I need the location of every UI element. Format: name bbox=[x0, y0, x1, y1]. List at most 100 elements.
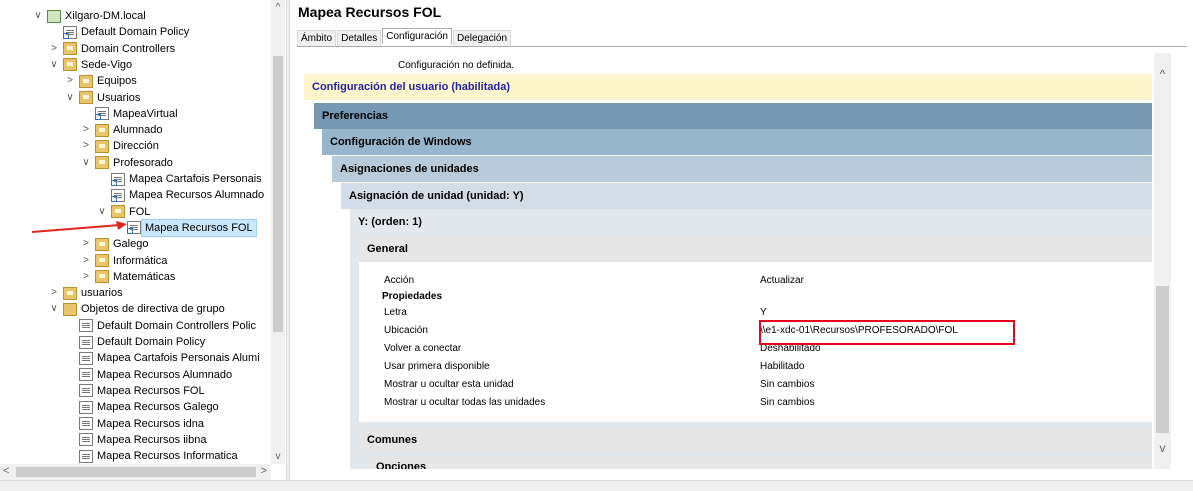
tree-node-label: Xilgaro-DM.local bbox=[65, 10, 146, 22]
gpo-link-icon bbox=[111, 172, 125, 186]
windows-config-heading[interactable]: Configuración de Windows bbox=[322, 129, 1152, 155]
tree-node-label: Domain Controllers bbox=[81, 42, 176, 55]
page-title: Mapea Recursos FOL bbox=[298, 4, 442, 20]
expanded-chevron-icon[interactable]: ∨ bbox=[64, 90, 76, 106]
tab-detalles[interactable]: Detalles bbox=[337, 30, 382, 46]
tree-node[interactable]: > Domain Controllers bbox=[48, 41, 175, 57]
tree-node[interactable]: Default Domain Policy bbox=[48, 24, 189, 40]
common-heading[interactable]: Comunes bbox=[359, 427, 1152, 453]
tree-node-label: MapeaVirtual bbox=[113, 107, 178, 120]
tree-scroll-thumb[interactable] bbox=[273, 56, 283, 332]
tree-node[interactable]: Mapea Recursos FOL bbox=[112, 218, 257, 237]
tree-node[interactable]: ∨ Profesorado bbox=[80, 155, 173, 171]
scroll-up-icon[interactable]: ^ bbox=[271, 2, 285, 13]
folder-icon bbox=[95, 254, 109, 267]
gpo-icon bbox=[79, 351, 93, 365]
chevron-up-icon[interactable]: ^ bbox=[1154, 67, 1171, 81]
scroll-down-icon[interactable]: v bbox=[271, 451, 285, 462]
collapsed-chevron-icon[interactable]: > bbox=[48, 285, 60, 301]
tree-node[interactable]: > Equipos bbox=[64, 73, 137, 89]
tree-node-label: Mapea Recursos Alumnado bbox=[129, 189, 265, 202]
expanded-chevron-icon[interactable]: ∨ bbox=[48, 301, 60, 317]
expanded-chevron-icon[interactable]: ∨ bbox=[96, 204, 108, 220]
drive-order-heading[interactable]: Y: (orden: 1) bbox=[350, 209, 1152, 235]
tree-node[interactable]: ∨ Usuarios bbox=[64, 90, 140, 106]
general-heading[interactable]: General bbox=[359, 236, 1152, 262]
drive-maps-heading[interactable]: Asignaciones de unidades bbox=[332, 156, 1152, 182]
tree-node[interactable]: MapeaVirtual bbox=[80, 106, 178, 122]
tree-node[interactable]: Default Domain Controllers Polic bbox=[64, 318, 256, 334]
gpo-link-icon bbox=[111, 188, 125, 202]
tree-node[interactable]: Mapea Recursos Alumnado bbox=[96, 187, 264, 203]
tree-node[interactable]: > Alumnado bbox=[80, 122, 163, 138]
folder-icon bbox=[95, 139, 109, 153]
tree-node[interactable]: Mapea Recursos Informatica bbox=[64, 448, 238, 464]
tree-node[interactable]: > Matemáticas bbox=[80, 269, 175, 285]
collapsed-chevron-icon[interactable]: > bbox=[80, 122, 92, 138]
report-vertical-scrollbar[interactable]: ^ v bbox=[1154, 53, 1171, 469]
tree-node-label: Alumnado bbox=[113, 124, 163, 137]
tree-node[interactable]: > Dirección bbox=[80, 138, 159, 154]
gpo-folder-icon bbox=[63, 302, 77, 316]
tree-node[interactable]: ∨ Objetos de directiva de grupo bbox=[48, 301, 225, 317]
folder-icon bbox=[95, 123, 109, 137]
expanded-chevron-icon[interactable]: ∨ bbox=[48, 57, 60, 73]
gpo-link-icon bbox=[63, 25, 77, 39]
collapsed-chevron-icon[interactable]: > bbox=[48, 41, 60, 57]
gpo-icon bbox=[79, 335, 93, 349]
preferences-heading[interactable]: Preferencias bbox=[314, 103, 1152, 129]
report-scroll-thumb[interactable] bbox=[1156, 286, 1169, 433]
settings-report: Configuración no definida. Configuración… bbox=[304, 53, 1152, 469]
property-label: Mostrar u ocultar todas las unidades bbox=[384, 397, 546, 408]
folder-icon bbox=[63, 42, 77, 56]
collapsed-chevron-icon[interactable]: > bbox=[80, 138, 92, 154]
tree-vertical-scrollbar[interactable]: ^ v bbox=[271, 0, 285, 464]
scroll-left-icon[interactable]: < bbox=[3, 465, 9, 477]
collapsed-chevron-icon[interactable]: > bbox=[80, 253, 92, 269]
tab-delegacion[interactable]: Delegación bbox=[452, 30, 512, 46]
tree-node[interactable]: ∨ Xilgaro-DM.local bbox=[32, 8, 146, 24]
tree-node[interactable]: Mapea Recursos iibna bbox=[64, 432, 206, 448]
gpo-icon bbox=[79, 433, 93, 447]
tree-node-label: Profesorado bbox=[113, 156, 173, 169]
chevron-down-icon[interactable]: v bbox=[1154, 441, 1171, 455]
tree-node-label: Informática bbox=[113, 254, 168, 267]
tree-node[interactable]: Mapea Recursos Alumnado bbox=[64, 367, 232, 383]
arrow-head bbox=[116, 221, 127, 230]
scroll-right-icon[interactable]: > bbox=[261, 465, 267, 477]
tree-horizontal-scrollbar[interactable]: < > bbox=[0, 464, 271, 480]
tree-node-label: Mapea Recursos Informatica bbox=[97, 450, 238, 463]
tree-node[interactable]: > Informática bbox=[80, 253, 167, 269]
tree-node-label: Equipos bbox=[97, 75, 137, 88]
property-label: Mostrar u ocultar esta unidad bbox=[384, 379, 514, 390]
tree-node[interactable]: Default Domain Policy bbox=[64, 334, 205, 350]
red-arrow-annotation bbox=[31, 221, 127, 233]
gpo-icon bbox=[79, 449, 93, 463]
tree-node[interactable]: ∨ FOL bbox=[96, 204, 150, 220]
tree-node[interactable]: > usuarios bbox=[48, 285, 123, 301]
expanded-chevron-icon[interactable]: ∨ bbox=[32, 8, 44, 24]
tab-ambito[interactable]: Ámbito bbox=[297, 30, 337, 46]
user-config-heading[interactable]: Configuración del usuario (habilitada) bbox=[304, 74, 1152, 100]
tree-node-label: Default Domain Controllers Polic bbox=[97, 319, 256, 332]
gpo-icon bbox=[79, 417, 93, 430]
tree-node[interactable]: Mapea Recursos FOL bbox=[64, 383, 205, 399]
tree-node-label: Mapea Cartafois Personais Alumi bbox=[97, 352, 260, 365]
gpo-icon bbox=[79, 319, 93, 333]
tree-node[interactable]: Mapea Cartafois Personais Alumi bbox=[64, 350, 260, 366]
tab-configuracion[interactable]: Configuración bbox=[382, 28, 452, 44]
expanded-chevron-icon[interactable]: ∨ bbox=[80, 155, 92, 171]
collapsed-chevron-icon[interactable]: > bbox=[80, 269, 92, 285]
folder-icon bbox=[63, 58, 77, 72]
collapsed-chevron-icon[interactable]: > bbox=[64, 73, 76, 89]
tree-node[interactable]: Mapea Cartafois Personais bbox=[96, 171, 262, 187]
tree-node[interactable]: Mapea Recursos idna bbox=[64, 416, 204, 432]
tree-node[interactable]: Mapea Recursos Galego bbox=[64, 399, 219, 415]
tree-node-label: Usuarios bbox=[97, 91, 141, 104]
tree-node[interactable]: ∨ Sede-Vigo bbox=[48, 57, 132, 73]
drive-map-heading[interactable]: Asignación de unidad (unidad: Y) bbox=[341, 183, 1152, 209]
folder-icon bbox=[95, 270, 109, 284]
tree-hscroll-thumb[interactable] bbox=[16, 467, 256, 477]
tree-node-label: Mapea Cartafois Personais bbox=[129, 173, 262, 185]
options-heading[interactable]: Opciones bbox=[368, 456, 1152, 469]
